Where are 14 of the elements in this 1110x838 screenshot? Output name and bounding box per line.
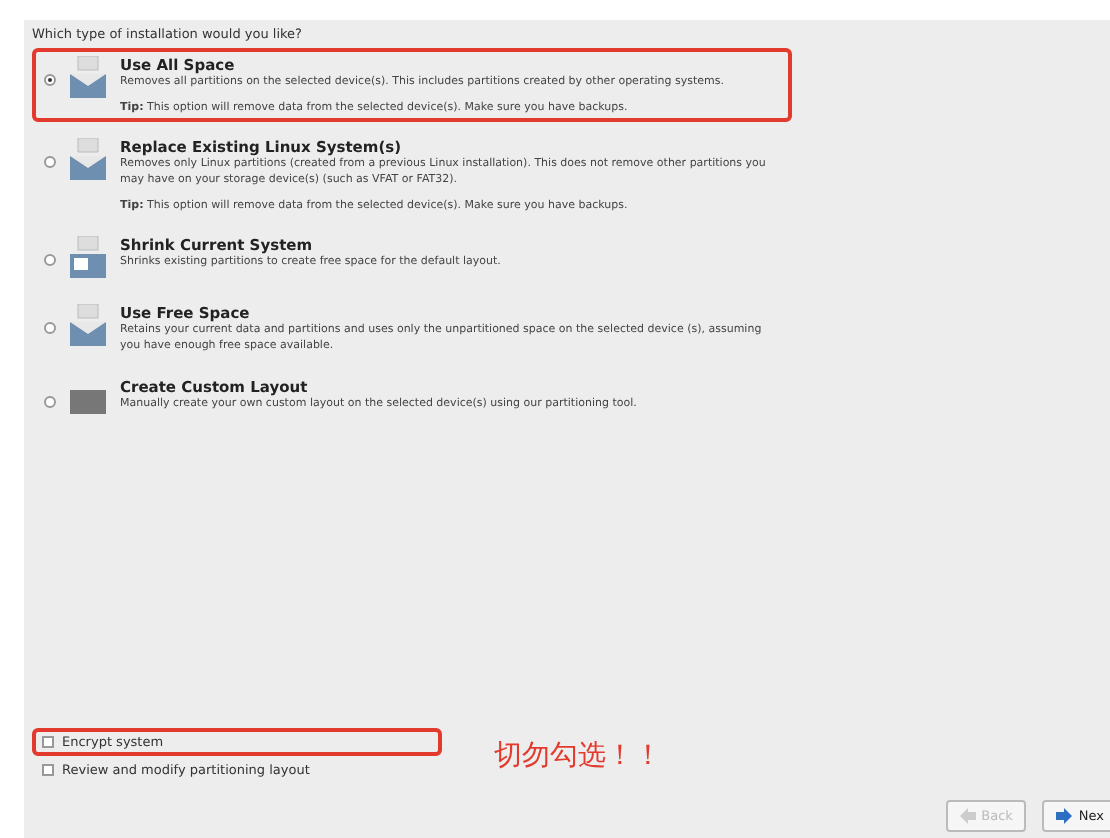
radio-button[interactable]: [44, 74, 56, 86]
radio-button[interactable]: [44, 396, 56, 409]
arrow-icon: [1056, 808, 1073, 824]
checkbox[interactable]: [42, 736, 54, 748]
radio-button[interactable]: [44, 156, 56, 169]
arrow-icon: [959, 808, 976, 824]
shrink-disk-icon: [68, 236, 108, 281]
disk-icon: [68, 304, 108, 349]
checkbox[interactable]: [42, 764, 54, 776]
disk-icon: [68, 138, 108, 183]
annotation-text: 切勿勾选！！: [494, 738, 662, 774]
radio-button[interactable]: [44, 322, 56, 335]
disk-icon: [68, 56, 108, 100]
radio-button[interactable]: [44, 254, 56, 267]
